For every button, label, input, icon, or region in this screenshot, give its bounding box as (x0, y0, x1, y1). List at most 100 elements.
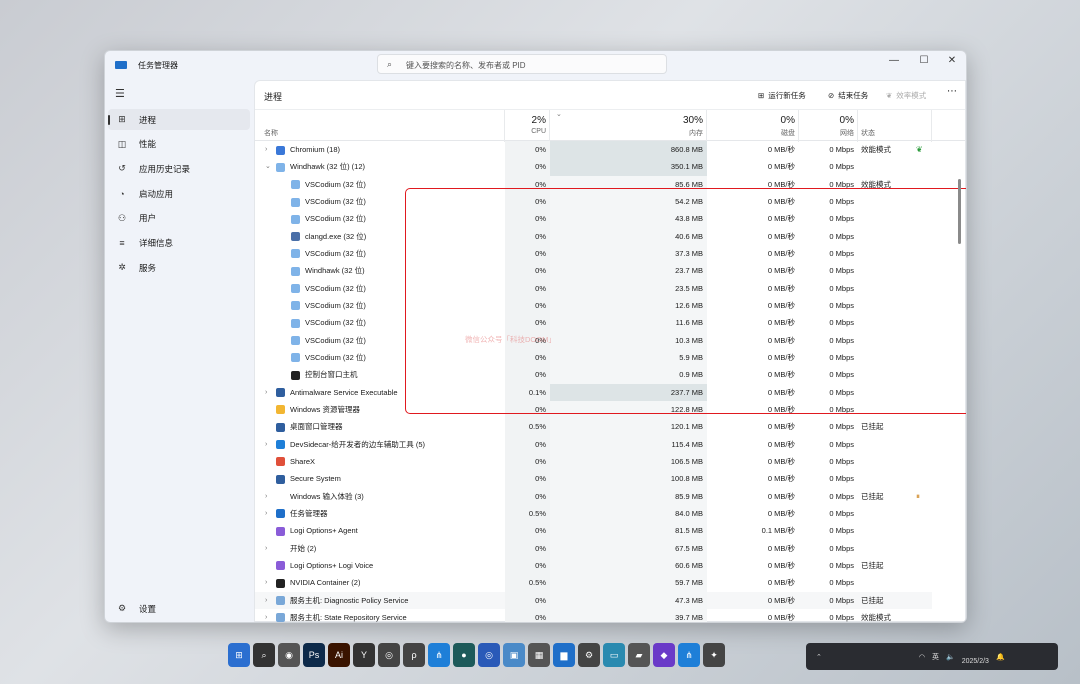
app-icon[interactable]: ✦ (703, 643, 725, 667)
visual-studio-icon[interactable]: ◆ (653, 643, 675, 667)
menu-icon[interactable]: ☰ (115, 87, 125, 100)
app-icon[interactable]: Y (353, 643, 375, 667)
sidebar-item-history[interactable]: ↺ 应用历史记录 (108, 158, 250, 179)
table-row[interactable]: › Chromium (18) 0% 860.8 MB 0 MB/秒 0 Mbps 效能模式… (255, 141, 965, 159)
chevron-up-icon[interactable]: ⌃ (816, 653, 822, 661)
sidebar-item-settings[interactable]: ⚙ 设置 (108, 598, 250, 619)
expand-chevron-icon[interactable]: › (265, 574, 267, 591)
memory-value: 54.2 MB (550, 192, 707, 211)
browser-icon[interactable]: ◎ (378, 643, 400, 667)
sidebar-item-users[interactable]: ⚇ 用户 (108, 208, 250, 229)
photos-icon[interactable]: ▣ (503, 643, 525, 667)
disk-value: 0 MB/秒 (767, 266, 795, 276)
status-value: 已挂起 (858, 591, 932, 609)
efficiency-mode-button[interactable]: ❦ 效率模式 (886, 90, 926, 101)
table-row[interactable]: VSCodium (32 位) 0% 54.2 MB 0 MB/秒 0 Mbps (255, 192, 965, 211)
settings-icon[interactable]: ⚙ (578, 643, 600, 667)
column-cpu[interactable]: 2% CPU (505, 110, 550, 142)
app-icon[interactable]: ▰ (628, 643, 650, 667)
expand-chevron-icon[interactable]: › (265, 141, 267, 158)
table-row[interactable]: › DevSidecar-给开发者的边车辅助工具 (5) 0% 115.4 MB 0 M… (255, 435, 965, 453)
task-manager-icon[interactable]: ▆ (553, 643, 575, 667)
table-row[interactable]: › 服务主机: State Repository Service 0% 39.7 MB… (255, 608, 965, 622)
disk-value: 0 MB/秒 (767, 543, 795, 553)
search-icon[interactable]: ⌕ (253, 643, 275, 667)
table-row[interactable]: VSCodium (32 位) 0% 10.3 MB 0 MB/秒 0 Mbps (255, 331, 965, 349)
search-input[interactable]: ⌕ 键入要搜索的名称、发布者或 PID (377, 54, 667, 74)
expand-chevron-icon[interactable]: › (265, 384, 267, 401)
sidebar-item-startup[interactable]: ◔ 启动应用 (108, 183, 250, 204)
maximize-button[interactable]: ☐ (909, 55, 939, 66)
ime-indicator[interactable]: 英 (932, 652, 939, 662)
table-row[interactable]: › Windows 输入体验 (3) 0% 85.9 MB 0 MB/秒 0 Mbps 已挂… (255, 487, 965, 505)
sidebar-item-processes[interactable]: ⊞ 进程 (108, 109, 250, 130)
disk-value: 0 MB/秒 (707, 591, 799, 609)
table-row[interactable]: VSCodium (32 位) 0% 11.6 MB 0 MB/秒 0 Mbps (255, 314, 965, 332)
more-button[interactable]: ⋯ (947, 86, 957, 97)
expand-chevron-icon[interactable]: › (265, 540, 267, 557)
wifi-icon[interactable]: ◠ (919, 653, 925, 661)
expand-chevron-icon[interactable]: › (265, 436, 267, 453)
table-row[interactable]: 控制台窗口主机 0% 0.9 MB 0 MB/秒 0 Mbps (255, 366, 965, 384)
calculator-icon[interactable]: ▦ (528, 643, 550, 667)
start-icon[interactable]: ⊞ (228, 643, 250, 667)
column-memory[interactable]: ⌄ 30% 内存 (550, 110, 707, 142)
table-row[interactable]: Logi Options+ Agent 0% 81.5 MB 0.1 MB/秒 0 Mb… (255, 522, 965, 540)
table-row[interactable]: Windows 资源管理器 0% 122.8 MB 0 MB/秒 0 Mbps (255, 400, 965, 419)
table-row[interactable]: VSCodium (32 位) 0% 37.3 MB 0 MB/秒 0 Mbps (255, 244, 965, 263)
table-row[interactable]: VSCodium (32 位) 0% 5.9 MB 0 MB/秒 0 Mbps (255, 348, 965, 367)
expand-chevron-icon[interactable]: › (265, 488, 267, 505)
table-row[interactable]: VSCodium (32 位) 0% 12.6 MB 0 MB/秒 0 Mbps (255, 296, 965, 315)
expand-chevron-icon[interactable]: › (265, 609, 267, 622)
notification-bell-icon[interactable]: 🔔 (996, 653, 1005, 661)
table-row[interactable]: 桌面窗口管理器 0.5% 120.1 MB 0 MB/秒 0 Mbps 已挂起 (255, 418, 965, 436)
collapse-chevron-icon[interactable]: ⌄ (265, 158, 271, 175)
monitor-icon[interactable]: ▭ (603, 643, 625, 667)
table-row[interactable]: VSCodium (32 位) 0% 85.6 MB 0 MB/秒 0 Mbps 效能模式 (255, 175, 965, 193)
chromium-icon[interactable]: ◎ (478, 643, 500, 667)
table-row[interactable]: clangd.exe (32 位) 0% 40.6 MB 0 MB/秒 0 Mbps (255, 227, 965, 245)
process-name: NVIDIA Container (2) (290, 578, 361, 588)
table-row[interactable]: › 任务管理器 0.5% 84.0 MB 0 MB/秒 0 Mbps (255, 504, 965, 523)
column-disk[interactable]: 0% 磁盘 (707, 110, 799, 142)
table-row[interactable]: › Antimalware Service Executable 0.1% 237.7… (255, 383, 965, 401)
end-task-button[interactable]: ⊘ 结束任务 (828, 90, 868, 101)
column-network[interactable]: 0% 网络 (799, 110, 858, 142)
table-row[interactable]: › NVIDIA Container (2) 0.5% 59.7 MB 0 MB/秒 0 … (255, 574, 965, 592)
process-icon (291, 353, 300, 363)
illustrator-icon[interactable]: Ai (328, 643, 350, 667)
process-icon (291, 301, 300, 311)
table-row[interactable]: ⌄ Windhawk (32 位) (12) 0% 350.1 MB 0 MB/秒 0 M… (255, 158, 965, 176)
expand-chevron-icon[interactable]: › (265, 592, 267, 609)
table-row[interactable]: VSCodium (32 位) 0% 23.5 MB 0 MB/秒 0 Mbps (255, 279, 965, 297)
close-button[interactable]: ✕ (937, 55, 966, 66)
table-row[interactable]: Windhawk (32 位) 0% 23.7 MB 0 MB/秒 0 Mbps (255, 262, 965, 280)
app-icon[interactable]: ◉ (278, 643, 300, 667)
expand-chevron-icon[interactable]: › (265, 505, 267, 522)
table-row[interactable]: VSCodium (32 位) 0% 43.8 MB 0 MB/秒 0 Mbps (255, 210, 965, 228)
network-value: 0 Mbps (829, 179, 854, 189)
sidebar-item-performance[interactable]: ◫ 性能 (108, 134, 250, 155)
photoshop-icon[interactable]: Ps (303, 643, 325, 667)
column-status[interactable]: 状态 (858, 110, 932, 142)
table-row[interactable]: ShareX 0% 106.5 MB 0 MB/秒 0 Mbps (255, 452, 965, 471)
memory-value: 59.7 MB (550, 574, 707, 592)
table-row[interactable]: › 开始 (2) 0% 67.5 MB 0 MB/秒 0 Mbps (255, 539, 965, 557)
search-tool-icon[interactable]: ρ (403, 643, 425, 667)
scrollbar[interactable] (958, 179, 961, 244)
sidebar-item-details[interactable]: ≡ 详细信息 (108, 233, 250, 254)
column-name[interactable]: 名称 (255, 110, 505, 142)
cpu-value: 0% (505, 141, 550, 159)
clock-date[interactable]: 2025/2/3 (962, 658, 989, 665)
network-value: 0 Mbps (829, 283, 854, 293)
volume-icon[interactable]: 🔈 (946, 653, 955, 661)
devsidecar-icon[interactable]: ⋔ (428, 643, 450, 667)
minimize-button[interactable]: — (879, 55, 909, 66)
table-row[interactable]: Logi Options+ Logi Voice 0% 60.6 MB 0 MB/秒 0… (255, 556, 965, 575)
table-row[interactable]: Secure System 0% 100.8 MB 0 MB/秒 0 Mbps (255, 470, 965, 488)
table-row[interactable]: › 服务主机: Diagnostic Policy Service 0% 47.3 M… (255, 591, 965, 609)
run-new-task-button[interactable]: ⊞ 运行新任务 (758, 90, 806, 101)
devsidecar-icon[interactable]: ⋔ (678, 643, 700, 667)
app-icon[interactable]: ● (453, 643, 475, 667)
sidebar-item-services[interactable]: ✲ 服务 (108, 257, 250, 278)
